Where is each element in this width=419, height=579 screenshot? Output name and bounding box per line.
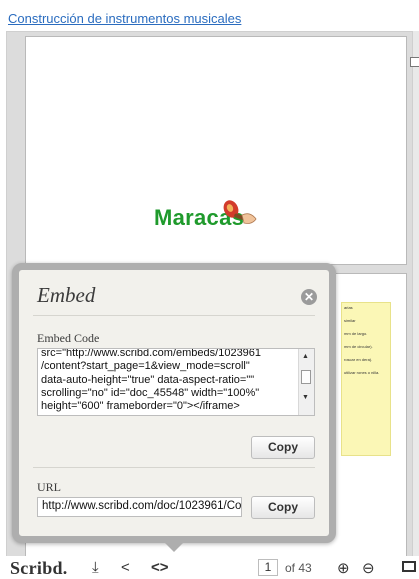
zoom-out-icon[interactable]: ⊖	[362, 559, 375, 577]
embed-icon[interactable]: <>	[151, 559, 169, 576]
document-page-1: Maracas	[25, 36, 407, 265]
page-number-input[interactable]: 1	[258, 559, 278, 576]
scribd-logo[interactable]: Scribd.	[10, 558, 68, 579]
divider	[33, 467, 315, 468]
document-title-link[interactable]: Construcción de instrumentos musicales	[8, 11, 241, 26]
page-total: of 43	[285, 561, 312, 575]
maracas-illustration	[223, 200, 257, 224]
scroll-thumb[interactable]	[301, 370, 311, 384]
divider	[33, 315, 315, 316]
bottom-toolbar: Scribd. ⤓ < <> 1 of 43 ⊕ ⊖	[0, 556, 419, 579]
url-field[interactable]: http://www.scribd.com/doc/1023961/Co	[37, 497, 242, 517]
share-icon[interactable]: <	[121, 559, 130, 576]
url-label: URL	[37, 480, 61, 494]
fullscreen-icon[interactable]	[402, 561, 416, 572]
copy-code-button[interactable]: Copy	[251, 436, 315, 459]
scroll-down-icon[interactable]: ▼	[302, 394, 309, 401]
embed-code-label: Embed Code	[37, 331, 100, 345]
viewer-scrollbar[interactable]	[412, 31, 419, 556]
close-icon[interactable]: ✕	[301, 289, 317, 305]
download-icon[interactable]: ⤓	[92, 559, 99, 576]
embed-title: Embed	[37, 283, 96, 307]
embed-dialog: Embed ✕ Embed Code src="http://www.scrib…	[12, 263, 336, 552]
popup-pointer	[165, 543, 183, 552]
side-checkbox[interactable]	[410, 57, 419, 67]
textarea-scrollbar[interactable]: ▲ ▼	[298, 349, 314, 415]
zoom-in-icon[interactable]: ⊕	[337, 559, 350, 577]
embed-code-text[interactable]: src="http://www.scribd.com/embeds/102396…	[41, 349, 293, 413]
note-box: arias similar mm de largo. mm de circula…	[341, 302, 391, 456]
scroll-up-icon[interactable]: ▲	[302, 353, 309, 360]
copy-url-button[interactable]: Copy	[251, 496, 315, 519]
embed-code-textarea[interactable]: src="http://www.scribd.com/embeds/102396…	[37, 348, 315, 416]
